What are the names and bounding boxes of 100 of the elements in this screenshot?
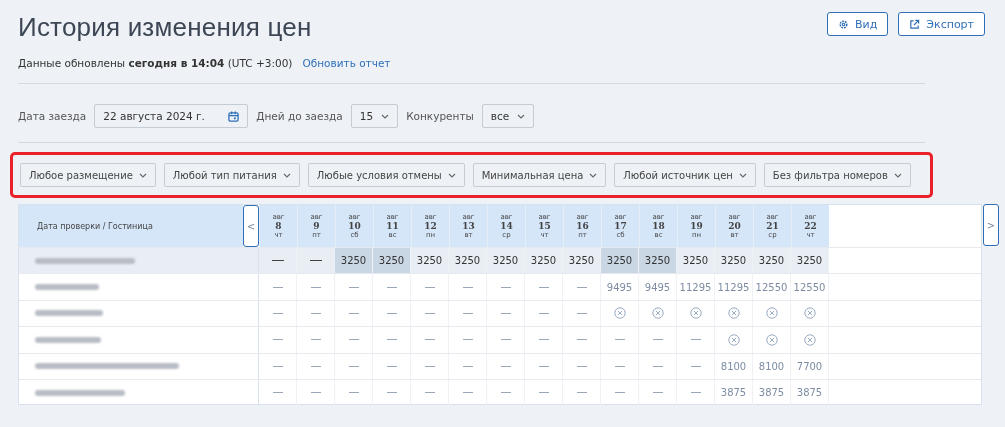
no-data-dash — [310, 392, 321, 394]
refresh-report-link[interactable]: Обновить отчет — [302, 57, 391, 69]
price-value: 3250 — [606, 255, 633, 267]
competitors-dropdown[interactable]: все — [481, 104, 535, 128]
export-button[interactable]: Экспорт — [898, 12, 985, 36]
filter-dropdown[interactable]: Любое размещение — [20, 163, 156, 187]
no-data-dash — [538, 339, 549, 341]
no-data-dash — [576, 286, 587, 288]
price-value: 7700 — [796, 360, 823, 372]
no-data-dash — [500, 312, 511, 314]
filter-dropdown[interactable]: Без фильтра номеров — [763, 163, 911, 187]
price-value: 8100 — [758, 360, 785, 372]
circle-x-icon — [803, 333, 816, 346]
days-before-label: Дней до заезда — [256, 110, 343, 122]
chevron-down-icon — [589, 172, 598, 178]
no-data-dash — [272, 312, 283, 314]
no-data-dash — [348, 339, 359, 341]
price-value: 3875 — [796, 387, 823, 399]
previous-button[interactable]: < — [243, 205, 259, 247]
checkin-date-field[interactable]: 22 августа 2024 г. — [94, 104, 249, 128]
circle-x-icon — [727, 307, 740, 320]
filter-dropdown[interactable]: Любой тип питания — [163, 163, 300, 187]
redacted-name — [35, 284, 99, 291]
no-data-dash — [271, 259, 284, 262]
redacted-name — [35, 336, 101, 343]
price-value: 9495 — [606, 281, 633, 293]
price-value: 11295 — [679, 281, 712, 293]
no-data-dash — [500, 392, 511, 394]
checkin-date-label: Дата заезда — [18, 110, 87, 122]
no-data-dash — [462, 339, 473, 341]
no-data-dash — [310, 312, 321, 314]
no-data-dash — [690, 392, 701, 394]
no-data-dash — [538, 365, 549, 367]
no-data-dash — [576, 365, 587, 367]
filter-dropdown[interactable]: Минимальная цена — [472, 163, 607, 187]
no-data-dash — [348, 392, 359, 394]
no-data-dash — [310, 339, 321, 341]
price-value: 3250 — [492, 255, 519, 267]
no-data-dash — [310, 365, 321, 367]
no-data-dash — [462, 312, 473, 314]
external-link-icon — [909, 18, 921, 30]
price-value: 3250 — [644, 255, 671, 267]
no-data-dash — [614, 365, 625, 367]
chevron-down-icon — [381, 113, 390, 119]
price-value: 3250 — [378, 255, 405, 267]
redacted-name — [35, 310, 103, 317]
no-data-dash — [500, 286, 511, 288]
no-data-dash — [424, 312, 435, 314]
chevron-down-icon — [282, 172, 291, 178]
filter-dropdown[interactable]: Любые условия отмены — [307, 163, 465, 187]
update-info: Данные обновлены сегодня в 14:04 (UTC +3:00) — [18, 57, 293, 69]
no-data-dash — [652, 365, 663, 367]
price-value: 3250 — [416, 255, 443, 267]
no-data-dash — [462, 365, 473, 367]
no-data-dash — [424, 286, 435, 288]
column-header: Дата проверки / Гостиница — [19, 205, 243, 247]
no-data-dash — [424, 339, 435, 341]
chevron-down-icon — [138, 172, 147, 178]
view-button[interactable]: Вид — [827, 12, 889, 36]
no-data-dash — [652, 392, 663, 394]
price-value: 9495 — [644, 281, 671, 293]
no-data-dash — [386, 339, 397, 341]
circle-x-icon — [727, 333, 740, 346]
no-data-dash — [690, 365, 701, 367]
price-value: 12550 — [793, 281, 826, 293]
no-data-dash — [272, 286, 283, 288]
no-data-dash — [424, 392, 435, 394]
price-value: 3250 — [340, 255, 367, 267]
circle-x-icon — [765, 333, 778, 346]
circle-x-icon — [651, 307, 664, 320]
no-data-dash — [538, 312, 549, 314]
no-data-dash — [348, 365, 359, 367]
price-value: 12550 — [755, 281, 788, 293]
no-data-dash — [272, 392, 283, 394]
price-value: 3250 — [720, 255, 747, 267]
no-data-dash — [348, 286, 359, 288]
no-data-dash — [309, 259, 322, 262]
days-before-dropdown[interactable]: 15 — [350, 104, 399, 128]
chevron-down-icon — [738, 172, 747, 178]
price-value: 3250 — [796, 255, 823, 267]
chevron-down-icon — [893, 172, 902, 178]
no-data-dash — [538, 286, 549, 288]
no-data-dash — [538, 392, 549, 394]
gear-icon — [838, 18, 849, 30]
no-data-dash — [500, 365, 511, 367]
no-data-dash — [614, 392, 625, 394]
price-value: 3250 — [682, 255, 709, 267]
page-title: История изменения цен — [18, 12, 312, 43]
no-data-dash — [272, 365, 283, 367]
calendar-icon — [228, 110, 240, 122]
filter-dropdown[interactable]: Любой источник цен — [614, 163, 756, 187]
no-data-dash — [462, 286, 473, 288]
no-data-dash — [386, 286, 397, 288]
price-value: 8100 — [720, 360, 747, 372]
no-data-dash — [386, 365, 397, 367]
no-data-dash — [500, 339, 511, 341]
chevron-down-icon — [517, 113, 526, 119]
next-button[interactable]: > — [983, 204, 999, 246]
circle-x-icon — [803, 307, 816, 320]
circle-x-icon — [765, 307, 778, 320]
